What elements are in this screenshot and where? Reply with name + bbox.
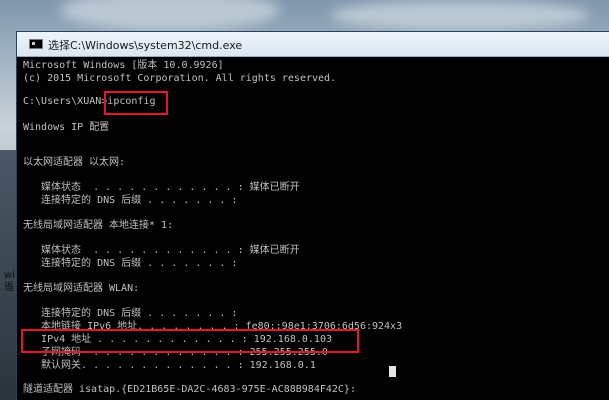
command-highlight-box	[104, 91, 168, 115]
desktop-icon-label[interactable]: wi 遥	[4, 270, 15, 294]
desktop-cloud	[330, 0, 590, 30]
cmd-window[interactable]: 选择C:\Windows\system32\cmd.exe Microsoft …	[17, 32, 609, 400]
desktop-cloud	[60, 0, 280, 30]
console-line: 媒体状态 . . . . . . . . . . . . : 媒体已断开	[23, 182, 300, 193]
console-line: 默认网关. . . . . . . . . . . . . : 192.168.…	[23, 360, 316, 371]
console-line: 连接特定的 DNS 后缀 . . . . . . . :	[23, 308, 238, 319]
console-line: 连接特定的 DNS 后缀 . . . . . . . :	[23, 195, 238, 206]
desktop-icon-label-line: wi	[4, 270, 15, 281]
adapter-heading: 隧道适配器 isatap.{ED21B65E-DA2C-4683-975E-AC…	[23, 384, 356, 395]
prompt-path: C:\Users\XUAN>	[23, 96, 108, 107]
console-output[interactable]: Microsoft Windows [版本 10.0.9926] (c) 201…	[17, 56, 609, 400]
adapter-heading: 以太网适配器 以太网:	[23, 157, 126, 168]
console-line: Microsoft Windows [版本 10.0.9926]	[23, 60, 224, 71]
text-cursor	[389, 366, 396, 377]
console-line: Windows IP 配置	[23, 122, 110, 133]
window-title: 选择C:\Windows\system32\cmd.exe	[48, 39, 243, 52]
title-bar[interactable]: 选择C:\Windows\system32\cmd.exe	[17, 32, 609, 57]
adapter-heading: 无线局域网适配器 WLAN:	[23, 283, 140, 294]
adapter-heading: 无线局域网适配器 本地连接* 1:	[23, 220, 174, 231]
console-line: 连接特定的 DNS 后缀 . . . . . . . :	[23, 258, 238, 269]
desktop-icon-label-line: 遥	[4, 282, 14, 293]
console-line: (c) 2015 Microsoft Corporation. All righ…	[23, 73, 337, 84]
console-line: 媒体状态 . . . . . . . . . . . . : 媒体已断开	[23, 245, 300, 256]
ipv4-highlight-box	[21, 329, 359, 353]
console-icon[interactable]	[29, 39, 43, 49]
